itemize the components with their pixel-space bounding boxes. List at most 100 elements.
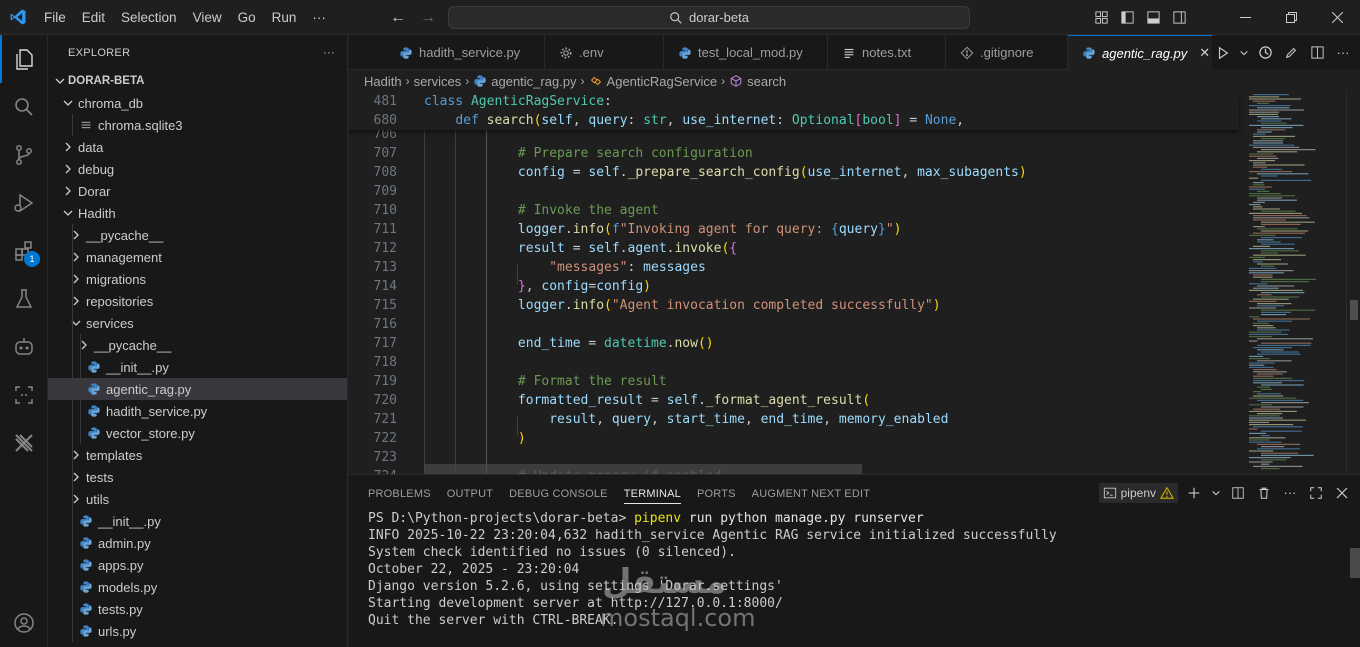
forward-arrow-icon[interactable]: → [420,9,436,27]
split-editor-icon[interactable] [1306,42,1328,64]
split-terminal-icon[interactable] [1228,483,1248,503]
breadcrumb-item[interactable]: search [747,74,786,89]
tree-file[interactable]: chroma.sqlite3 [48,114,347,136]
editor-tab[interactable]: hadith_service.py [349,35,545,70]
augment-logo-icon[interactable] [0,419,48,467]
panel-tab-output[interactable]: OUTPUT [439,475,501,510]
close-window-icon[interactable] [1314,0,1360,35]
workspace-root[interactable]: DORAR-BETA [48,70,347,92]
more-actions-icon[interactable]: ··· [1280,483,1300,503]
terminal-instance-selector[interactable]: pipenv [1098,482,1178,503]
tree-file[interactable]: __init__.py [48,356,347,378]
close-tab-icon[interactable]: ✕ [1199,45,1210,61]
account-icon[interactable] [0,599,48,647]
extensions-icon[interactable]: 1 [0,227,48,275]
minimize-icon[interactable] [1222,0,1268,35]
toggle-panel-icon[interactable] [1140,0,1166,35]
tree-folder[interactable]: debug [48,158,347,180]
tree-file[interactable]: agentic_rag.py [48,378,347,400]
tree-file[interactable]: admin.py [48,532,347,554]
code-line: 720 formatted_result = self._format_agen… [349,391,1239,410]
trash-icon[interactable] [1254,483,1274,503]
more-actions-icon[interactable]: ··· [1332,42,1354,64]
tree-file[interactable]: tests.py [48,598,347,620]
terminal-dropdown-chevron-icon[interactable] [1210,483,1222,503]
tree-folder[interactable]: templates [48,444,347,466]
menu-item[interactable]: ··· [304,0,334,35]
panel-tab-problems[interactable]: PROBLEMS [360,475,439,510]
editor-tab[interactable]: .env [545,35,664,70]
editor-tab[interactable]: notes.txt [828,35,946,70]
toggle-secondary-sidebar-icon[interactable] [1166,0,1192,35]
breadcrumb-item[interactable]: AgenticRagService [607,74,718,89]
tree-folder[interactable]: management [48,246,347,268]
testing-flask-icon[interactable] [0,275,48,323]
explorer-more-button[interactable]: ··· [323,47,335,59]
breadcrumb-item[interactable]: services [414,74,462,89]
timeline-history-icon[interactable] [1254,42,1276,64]
tree-folder[interactable]: utils [48,488,347,510]
minimap-line [1249,160,1275,162]
edit-pencil-icon[interactable] [1280,42,1302,64]
new-terminal-plus-icon[interactable] [1184,483,1204,503]
tree-folder[interactable]: Hadith [48,202,347,224]
tree-folder[interactable]: migrations [48,268,347,290]
tree-file[interactable]: vector_store.py [48,422,347,444]
tree-folder[interactable]: chroma_db [48,92,347,114]
menu-item[interactable]: Selection [113,0,185,35]
customize-layout-icon[interactable] [1088,0,1114,35]
restore-icon[interactable] [1268,0,1314,35]
menu-item[interactable]: Go [230,0,264,35]
editor-tab[interactable]: .gitignore [946,35,1068,70]
tree-file[interactable]: urls.py [48,620,347,642]
menu-item[interactable]: Run [264,0,305,35]
maximize-panel-icon[interactable] [1306,483,1326,503]
tree-file[interactable]: hadith_service.py [48,400,347,422]
copilot-robot-icon[interactable] [0,323,48,371]
code-editor[interactable]: 481 class AgenticRagService: 680 def searc… [349,92,1360,474]
search-icon[interactable] [0,83,48,131]
remote-explorer-icon[interactable] [0,371,48,419]
panel-tab-ports[interactable]: PORTS [689,475,744,510]
breadcrumb-item[interactable]: agentic_rag.py [491,74,576,89]
source-control-icon[interactable] [0,131,48,179]
tree-folder[interactable]: tests [48,466,347,488]
menu-item[interactable]: Edit [74,0,113,35]
minimap-line [1249,428,1258,430]
minimap[interactable] [1244,92,1344,474]
command-center-search[interactable]: dorar-beta [448,6,970,29]
breadcrumb-item[interactable]: Hadith [364,74,402,89]
menu-item[interactable]: File [36,0,74,35]
chevron-down-icon [60,92,76,114]
tree-folder[interactable]: __pycache__ [48,224,347,246]
tree-folder[interactable]: services [48,312,347,334]
sticky-scroll-header[interactable]: 481 class AgenticRagService: 680 def searc… [349,92,1239,130]
vertical-scrollbar[interactable] [1346,92,1360,474]
tree-folder[interactable]: data [48,136,347,158]
toggle-primary-sidebar-icon[interactable] [1114,0,1140,35]
explorer-icon[interactable] [0,35,48,83]
navigation-arrows: ← → [390,0,436,35]
close-panel-icon[interactable] [1332,483,1352,503]
back-arrow-icon[interactable]: ← [390,9,406,27]
panel-tab-terminal[interactable]: TERMINAL [616,475,689,510]
run-python-file-icon[interactable] [1212,42,1234,64]
tree-folder[interactable]: __pycache__ [48,334,347,356]
menu-item[interactable]: View [185,0,230,35]
tree-folder[interactable]: repositories [48,290,347,312]
code-token: def [455,113,487,128]
tree-file[interactable]: __init__.py [48,510,347,532]
run-dropdown-chevron-icon[interactable] [1238,42,1250,64]
terminal-output[interactable]: PS D:\Python-projects\dorar-beta> pipenv… [368,510,1348,629]
editor-tab[interactable]: agentic_rag.py ✕ [1068,35,1218,70]
editor-tab[interactable]: test_local_mod.py [664,35,828,70]
horizontal-scrollbar[interactable] [424,464,862,474]
tree-file[interactable]: models.py [48,576,347,598]
tree-folder[interactable]: Dorar [48,180,347,202]
chevron-right-icon [68,268,84,290]
terminal-scrollbar[interactable] [1350,510,1360,647]
run-debug-icon[interactable] [0,179,48,227]
tree-file[interactable]: apps.py [48,554,347,576]
panel-tab-augment-next-edit[interactable]: AUGMENT NEXT EDIT [744,475,879,510]
panel-tab-debug-console[interactable]: DEBUG CONSOLE [501,475,616,510]
